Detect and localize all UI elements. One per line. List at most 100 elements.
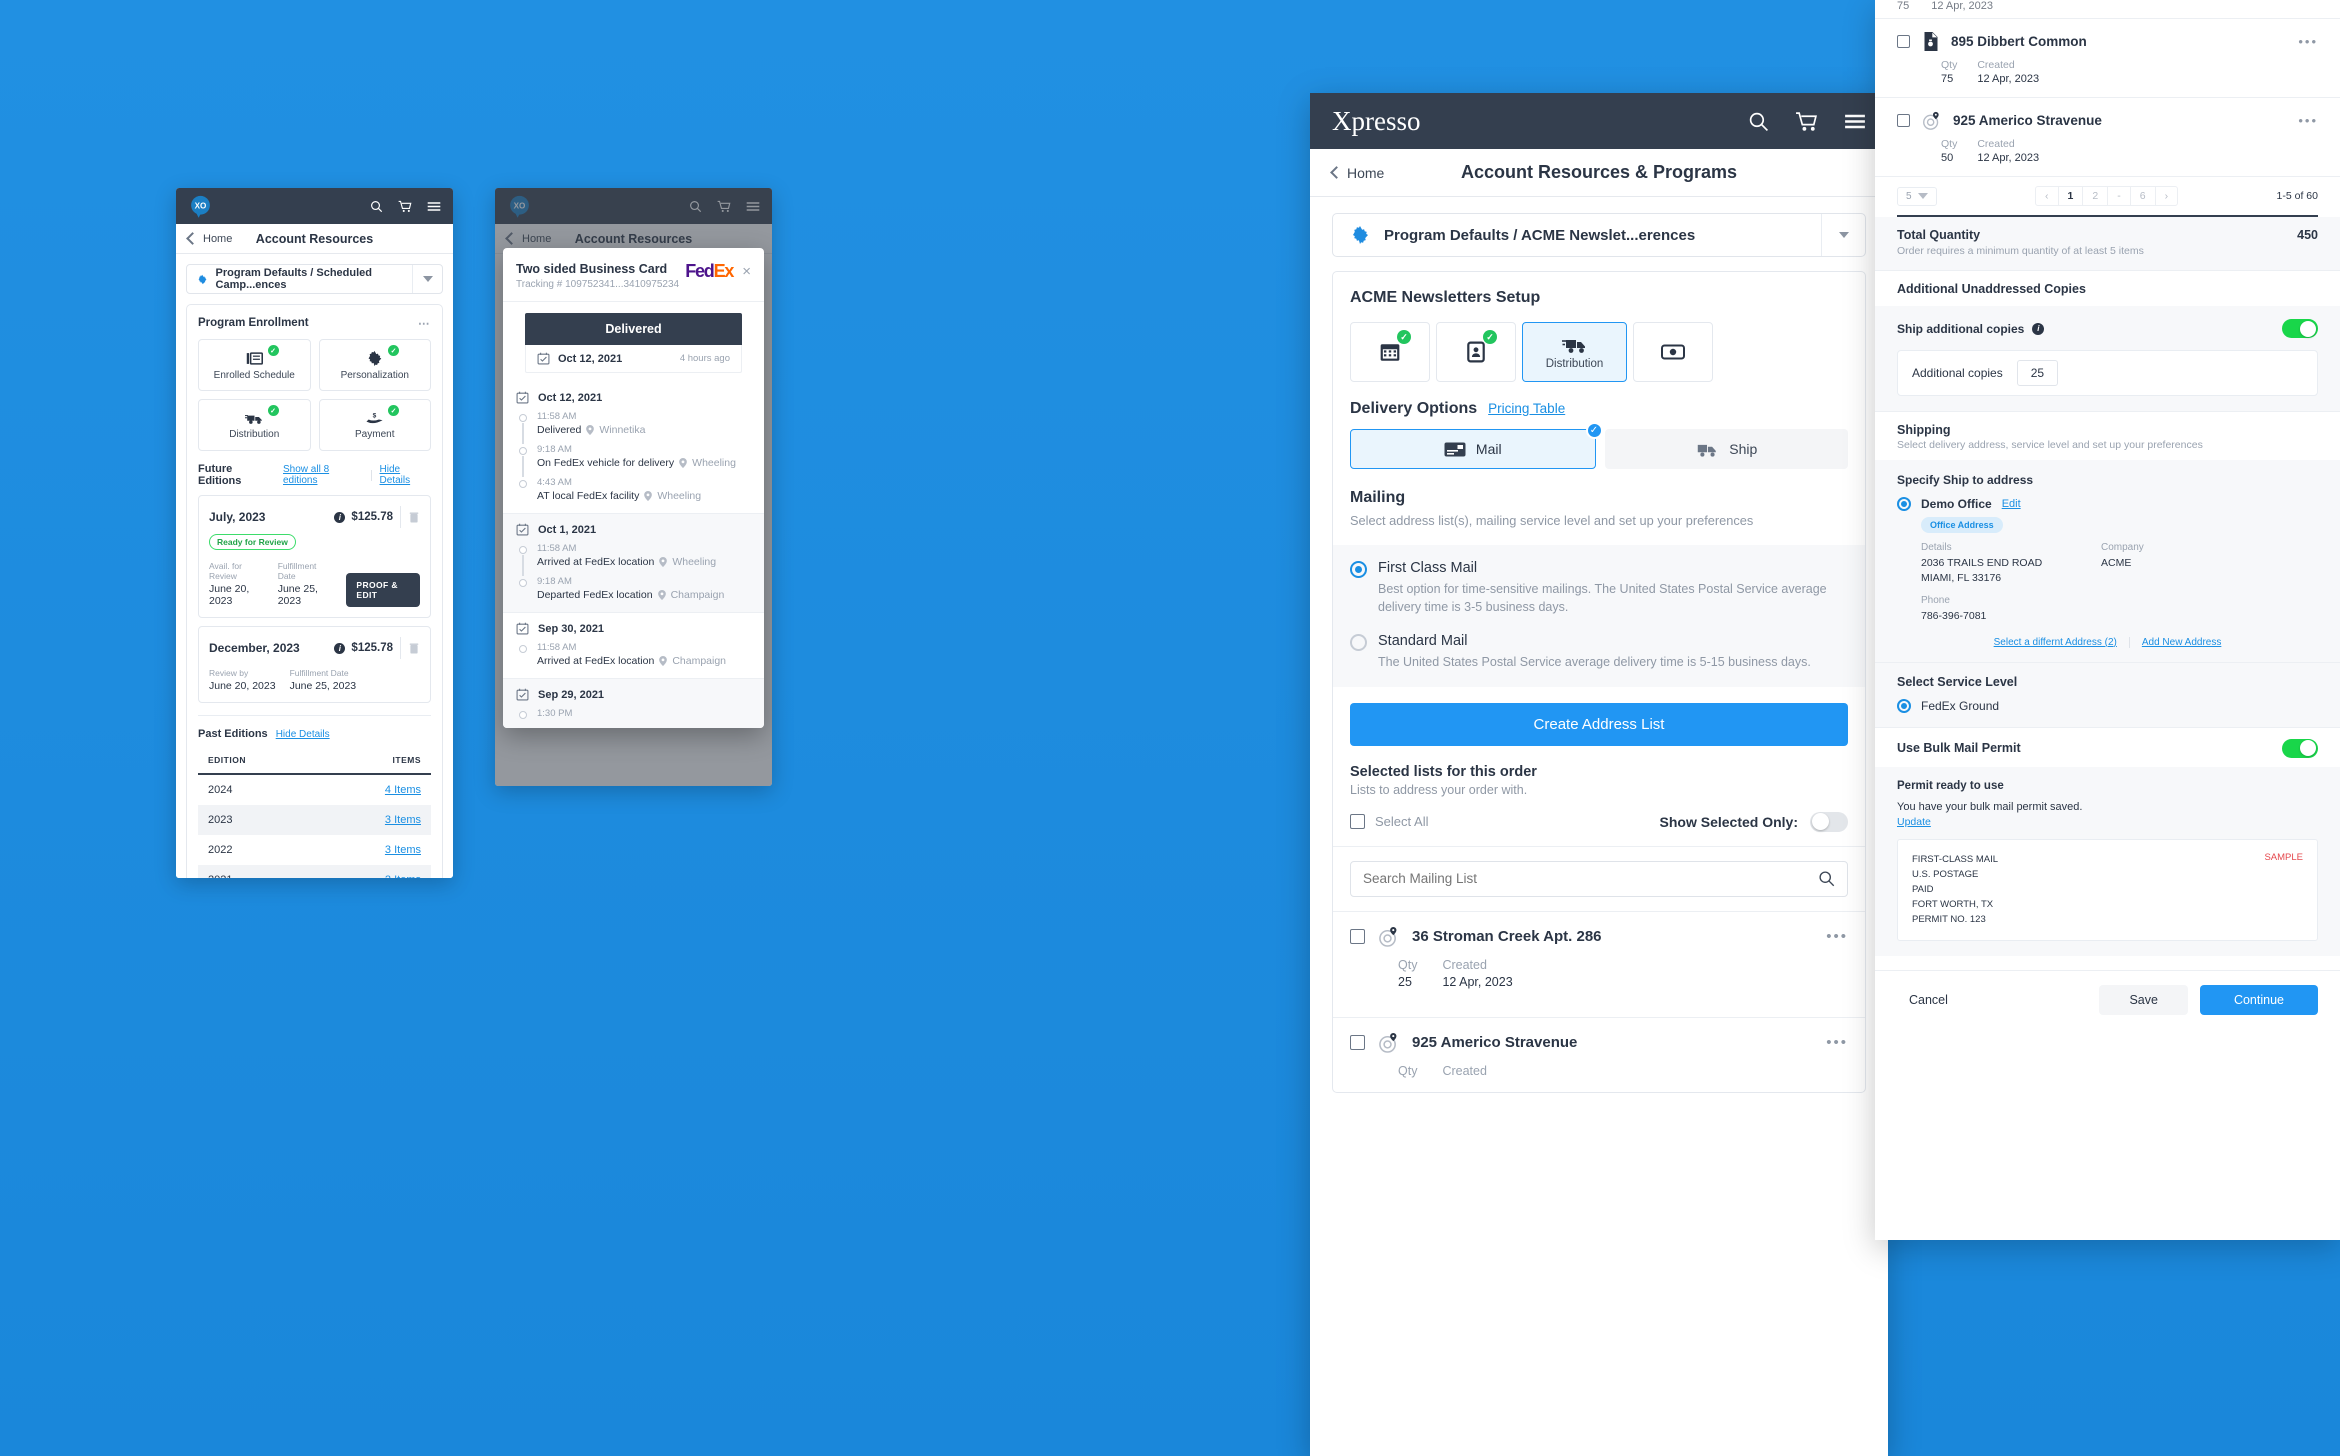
tile-enrolled-schedule[interactable]: ✓ Enrolled Schedule (198, 339, 311, 391)
select-all-checkbox[interactable] (1350, 814, 1365, 830)
info-icon[interactable]: i (334, 511, 346, 523)
cell-items-link[interactable]: 2 Items (385, 874, 421, 878)
show-all-editions-link[interactable]: Show all 8 editions (283, 464, 363, 486)
created-value: 12 Apr, 2023 (1442, 974, 1513, 989)
event-location: Wheeling (672, 556, 717, 568)
info-icon[interactable]: i (2032, 322, 2045, 335)
search-icon[interactable] (1748, 111, 1769, 132)
row-checkbox[interactable] (1897, 114, 1910, 127)
trash-icon[interactable] (408, 511, 420, 524)
row-more-button[interactable]: ••• (1826, 928, 1848, 945)
row-more-button[interactable]: ••• (1826, 1034, 1848, 1051)
hamburger-icon[interactable] (1844, 113, 1866, 130)
cell-items-link[interactable]: 4 Items (385, 784, 421, 796)
additional-copies-input[interactable]: 25 (2016, 360, 2059, 386)
address-list-row[interactable]: 925 Americo Stravenue ••• Qty Created (1333, 1016, 1865, 1092)
cell-items-link[interactable]: 3 Items (385, 814, 421, 826)
update-permit-link[interactable]: Update (1897, 816, 2318, 828)
address-list-row[interactable]: 925 Americo Stravenue ••• Qty 50 Created 1… (1875, 97, 2340, 176)
select-different-address-link[interactable]: Select a differnt Address (2) (1994, 637, 2117, 648)
address-list-row[interactable]: 36 Stroman Creek Apt. 286 ••• Qty 25 Crea… (1333, 910, 1865, 1003)
page-prev-button[interactable]: ‹ (2036, 187, 2059, 205)
id-card-icon (1467, 341, 1485, 363)
trash-icon[interactable] (408, 642, 420, 655)
qty-value: 25 (1398, 974, 1412, 989)
step-distribution[interactable]: Distribution (1522, 322, 1627, 382)
ship-additional-toggle[interactable] (2282, 319, 2318, 338)
check-badge-icon: ✓ (388, 345, 399, 356)
close-icon[interactable]: × (742, 264, 751, 279)
proof-and-edit-button[interactable]: PROOF & EDIT (346, 573, 420, 607)
search-mailing-list[interactable] (1350, 860, 1848, 897)
past-hide-details-link[interactable]: Hide Details (276, 729, 330, 740)
bulk-permit-toggle[interactable] (2282, 738, 2318, 758)
delivery-option-ship[interactable]: Ship (1604, 429, 1848, 469)
continue-button[interactable]: Continue (2199, 984, 2318, 1015)
partial-row-top: 75 12 Apr, 2023 (1875, 0, 2340, 18)
created-label: Created (1442, 1063, 1487, 1078)
radio-fedex-ground[interactable] (1897, 698, 1911, 713)
search-input[interactable] (1363, 871, 1818, 887)
info-icon[interactable]: i (334, 642, 346, 654)
step-personalization[interactable]: ✓ (1436, 322, 1516, 382)
tile-payment[interactable]: ✓ $ Payment (318, 399, 431, 451)
row-more-button[interactable]: ••• (2298, 34, 2318, 49)
hamburger-icon[interactable] (427, 201, 441, 212)
edit-address-link[interactable]: Edit (2002, 498, 2021, 510)
xo-logo-icon[interactable]: XO (188, 194, 213, 219)
service-option-standard[interactable]: Standard Mail The United States Postal S… (1350, 633, 1848, 672)
calendar-check-icon (516, 523, 529, 536)
step-schedule[interactable]: ✓ (1350, 322, 1430, 382)
page-button-6[interactable]: 6 (2131, 187, 2156, 205)
service-option-first-class[interactable]: First Class Mail Best option for time-se… (1350, 560, 1848, 618)
program-select[interactable]: Program Defaults / ACME Newslet...erence… (1332, 213, 1866, 257)
save-button[interactable]: Save (2099, 984, 2188, 1015)
radio-first-class[interactable] (1350, 560, 1367, 578)
table-row[interactable]: 2024 4 Items (198, 774, 431, 805)
program-select[interactable]: Program Defaults / Scheduled Camp...ence… (186, 264, 443, 294)
address-name: 925 Americo Stravenue (1412, 1033, 1578, 1051)
table-row[interactable]: 2021 2 Items (198, 865, 431, 878)
row-checkbox[interactable] (1350, 1034, 1365, 1050)
pricing-table-link[interactable]: Pricing Table (1488, 401, 1565, 416)
qty-value: 50 (1941, 152, 1954, 164)
tile-distribution[interactable]: ✓ Distribution (198, 399, 311, 451)
event-name: Arrived at FedEx location (537, 556, 655, 568)
panel-more-button[interactable]: ⋯ (418, 316, 431, 330)
search-icon[interactable] (370, 200, 383, 213)
table-row[interactable]: 2023 3 Items (198, 805, 431, 835)
radio-demo-office[interactable] (1897, 497, 1911, 511)
additional-copies-field[interactable]: Additional copies 25 (1897, 350, 2318, 396)
create-address-list-button[interactable]: Create Address List (1350, 702, 1848, 746)
delivery-option-mail[interactable]: Mail ✓ (1350, 422, 1603, 469)
row-checkbox[interactable] (1350, 928, 1365, 944)
hide-details-link[interactable]: Hide Details (380, 464, 431, 486)
cell-items-link[interactable]: 3 Items (385, 844, 421, 856)
cart-icon[interactable] (398, 200, 412, 213)
tracking-day-group: Oct 1, 2021 11:58 AM Arrived at FedEx loc… (503, 514, 764, 613)
chevron-down-icon[interactable] (422, 276, 433, 282)
shipping-section: Shipping Select delivery address, servic… (1875, 411, 2340, 727)
tile-personalization[interactable]: ✓ Personalization (318, 339, 431, 391)
search-icon[interactable] (1818, 870, 1835, 887)
cancel-button-label[interactable]: Cancel (1909, 993, 1948, 1007)
page-button-2[interactable]: 2 (2083, 187, 2109, 205)
back-home-button[interactable]: Home (1330, 165, 1384, 181)
table-row[interactable]: 2022 3 Items (198, 835, 431, 865)
add-new-address-link[interactable]: Add New Address (2142, 637, 2222, 648)
step-payment[interactable] (1633, 322, 1713, 382)
event-name: AT local FedEx facility (537, 490, 640, 502)
chevron-left-icon (1330, 166, 1343, 179)
row-more-button[interactable]: ••• (2298, 113, 2318, 128)
radio-standard[interactable] (1350, 634, 1367, 652)
page-button-1[interactable]: 1 (2059, 187, 2084, 205)
chevron-down-icon[interactable] (1838, 232, 1849, 238)
address-list-row[interactable]: 895 Dibbert Common ••• Qty 75 Created 12 A… (1875, 18, 2340, 97)
row-checkbox[interactable] (1897, 35, 1910, 48)
page-size-select[interactable]: 5 (1897, 186, 1937, 206)
cart-icon[interactable] (1795, 111, 1818, 132)
show-selected-only-toggle[interactable] (1810, 811, 1848, 832)
page-next-button[interactable]: › (2156, 187, 2177, 205)
brand-logo[interactable]: Xpresso (1332, 106, 1421, 137)
back-home-button[interactable]: Home (186, 232, 232, 245)
